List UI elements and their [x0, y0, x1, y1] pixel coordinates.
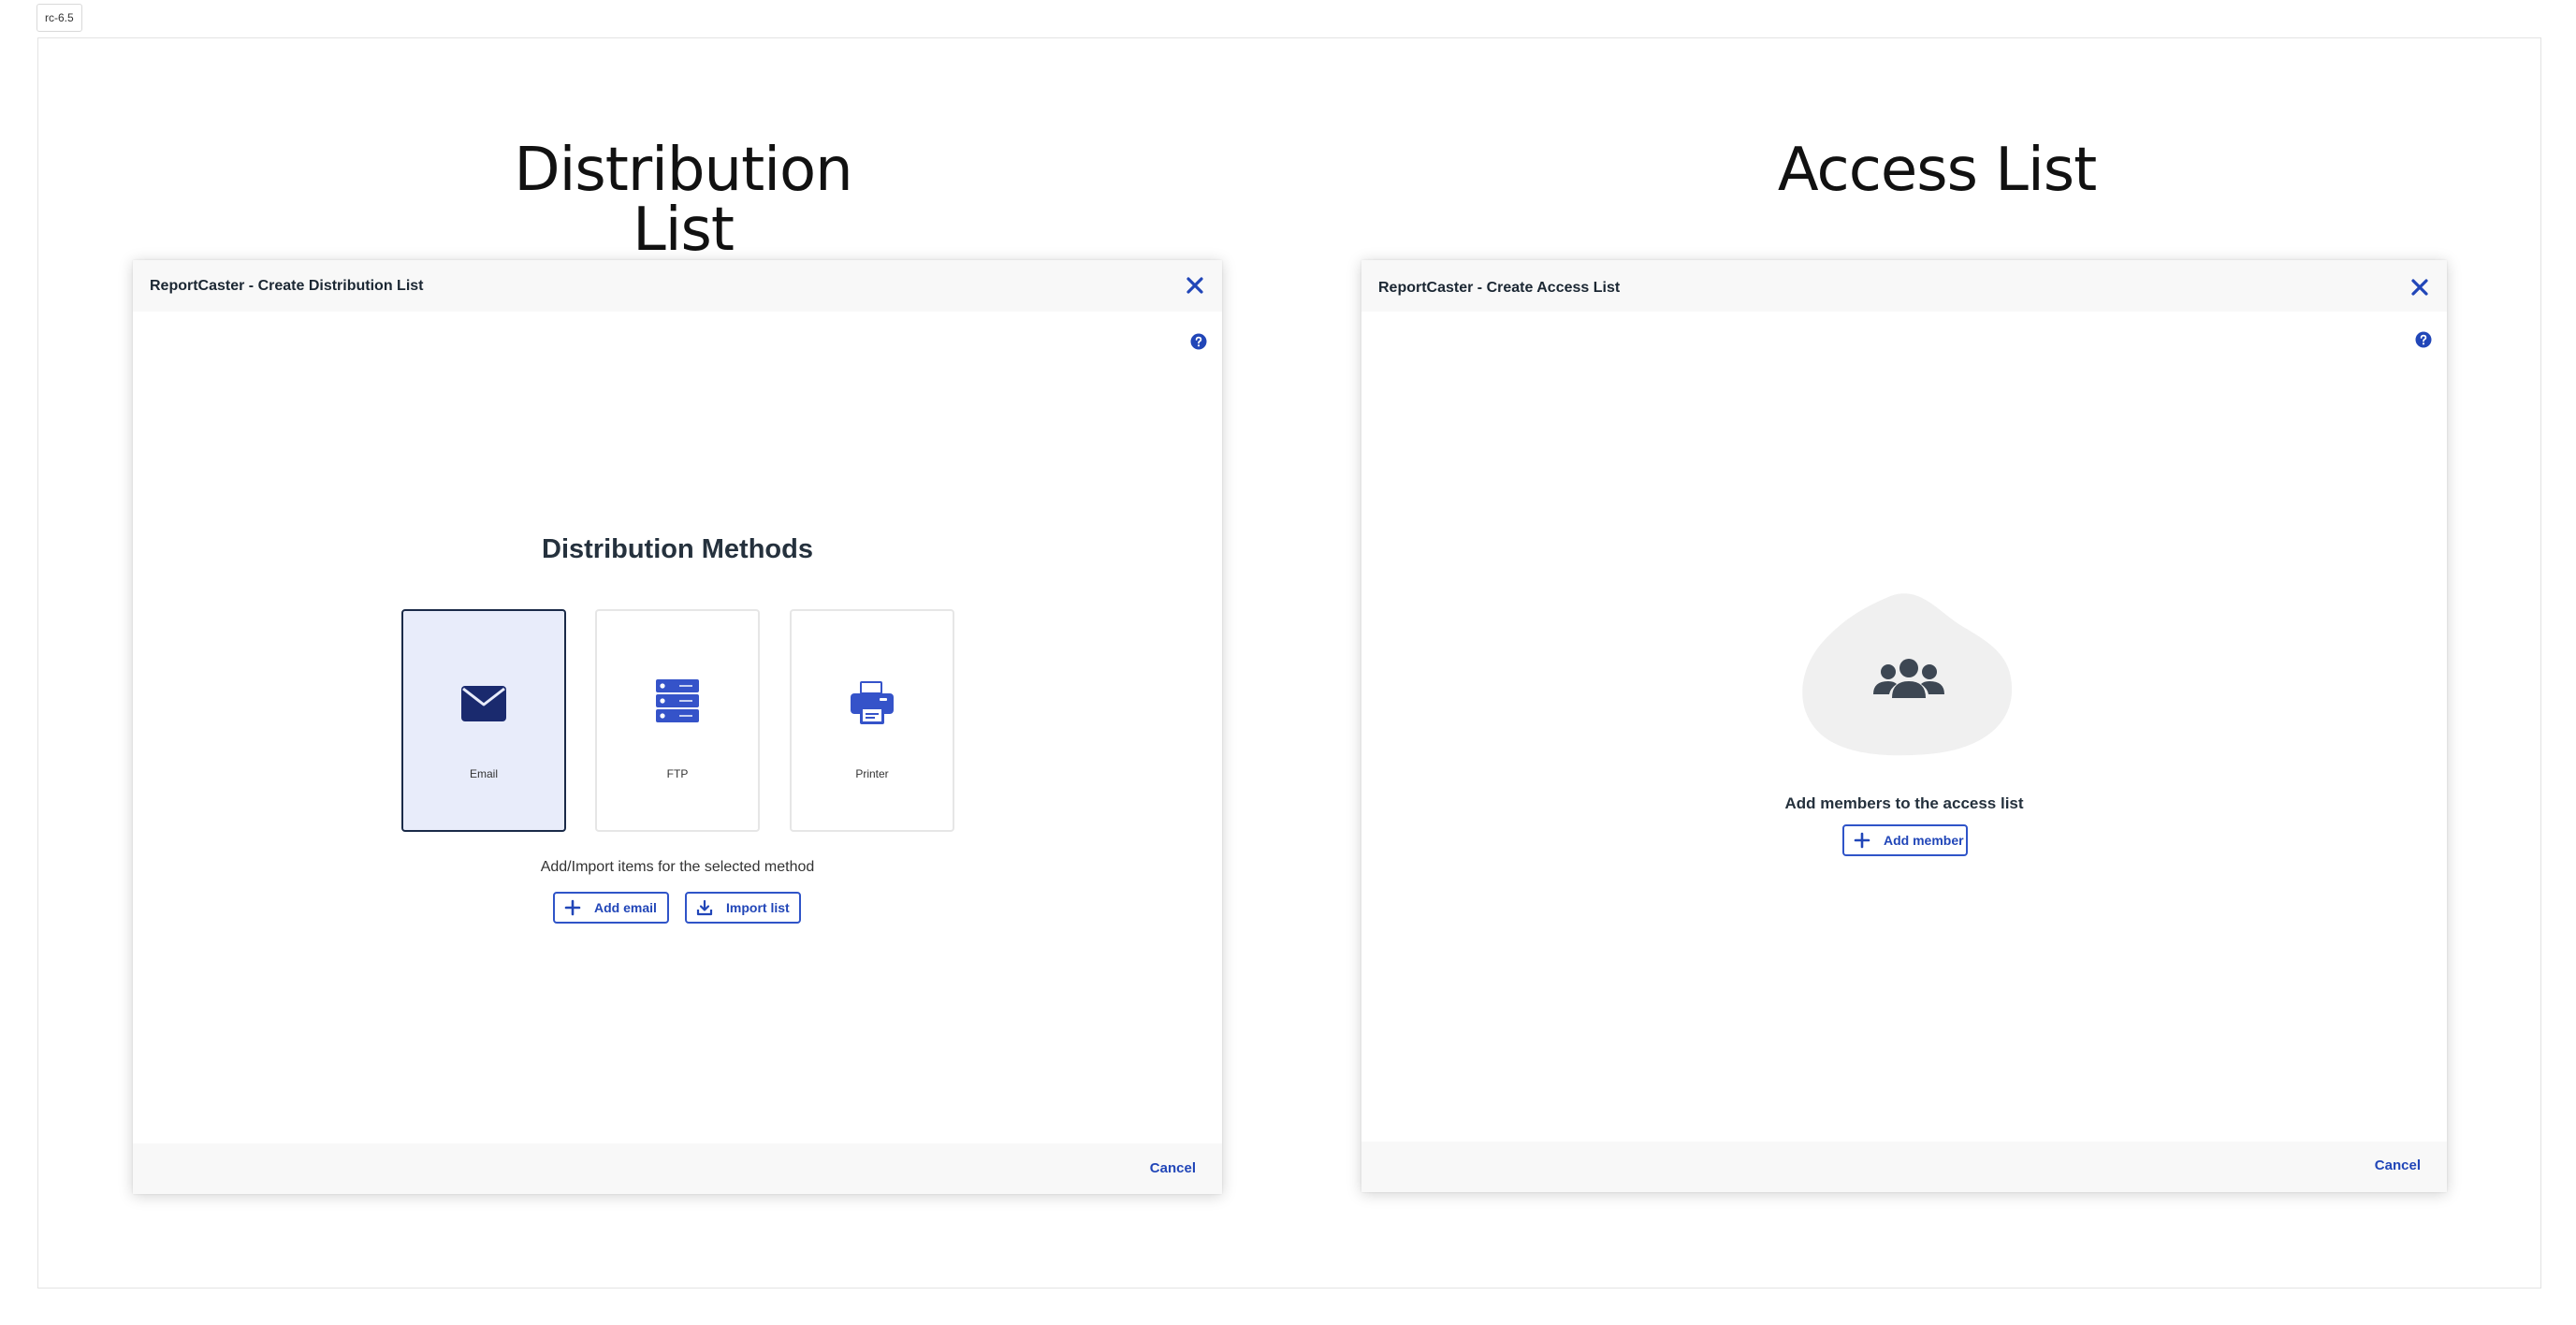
cancel-button[interactable]: Cancel — [1150, 1160, 1196, 1176]
close-button[interactable] — [2406, 273, 2434, 301]
empty-state-title: Add members to the access list — [1784, 794, 2024, 812]
close-button[interactable] — [1181, 271, 1209, 299]
dialog-header: ReportCaster - Create Access List — [1361, 260, 2447, 312]
cancel-button[interactable]: Cancel — [2375, 1158, 2421, 1173]
add-member-label: Add member — [1884, 833, 1964, 848]
access-list-dialog: ReportCaster - Create Access List Add me… — [1361, 260, 2447, 1192]
helper-text: Add/Import items for the selected method — [540, 859, 815, 875]
help-icon — [1190, 333, 1207, 350]
method-card-ftp[interactable]: FTP — [595, 609, 760, 832]
plus-icon — [564, 899, 581, 916]
method-label: FTP — [666, 767, 689, 780]
plus-icon — [1854, 832, 1870, 849]
printer-icon — [851, 681, 894, 724]
dialog-footer: Cancel — [1361, 1142, 2447, 1192]
version-badge: rc-6.5 — [36, 4, 82, 32]
distribution-list-heading: Distribution List — [514, 136, 852, 265]
import-list-label: Import list — [726, 900, 790, 915]
method-card-email[interactable]: Email — [401, 609, 566, 832]
help-button[interactable] — [2415, 331, 2432, 348]
distribution-methods-title: Distribution Methods — [542, 534, 813, 564]
method-label: Email — [469, 767, 498, 780]
dialog-footer: Cancel — [133, 1143, 1222, 1194]
help-button[interactable] — [1190, 333, 1207, 350]
dialog-title: ReportCaster - Create Access List — [1378, 280, 1621, 296]
access-list-heading: Access List — [1777, 136, 2097, 205]
add-email-button[interactable]: Add email — [553, 892, 669, 924]
server-icon — [656, 679, 699, 722]
dialog-title: ReportCaster - Create Distribution List — [150, 278, 424, 294]
close-icon — [2411, 279, 2428, 296]
help-icon — [2415, 331, 2432, 348]
add-email-label: Add email — [594, 900, 657, 915]
method-label: Printer — [855, 767, 889, 780]
dialog-header: ReportCaster - Create Distribution List — [133, 260, 1222, 312]
envelope-icon — [461, 686, 506, 721]
close-icon — [1186, 277, 1203, 294]
distribution-list-dialog: ReportCaster - Create Distribution List … — [133, 260, 1222, 1194]
empty-state-illustration — [1802, 593, 2013, 756]
add-member-button[interactable]: Add member — [1842, 824, 1968, 856]
method-card-printer[interactable]: Printer — [790, 609, 954, 832]
import-icon — [696, 899, 713, 916]
import-list-button[interactable]: Import list — [685, 892, 801, 924]
